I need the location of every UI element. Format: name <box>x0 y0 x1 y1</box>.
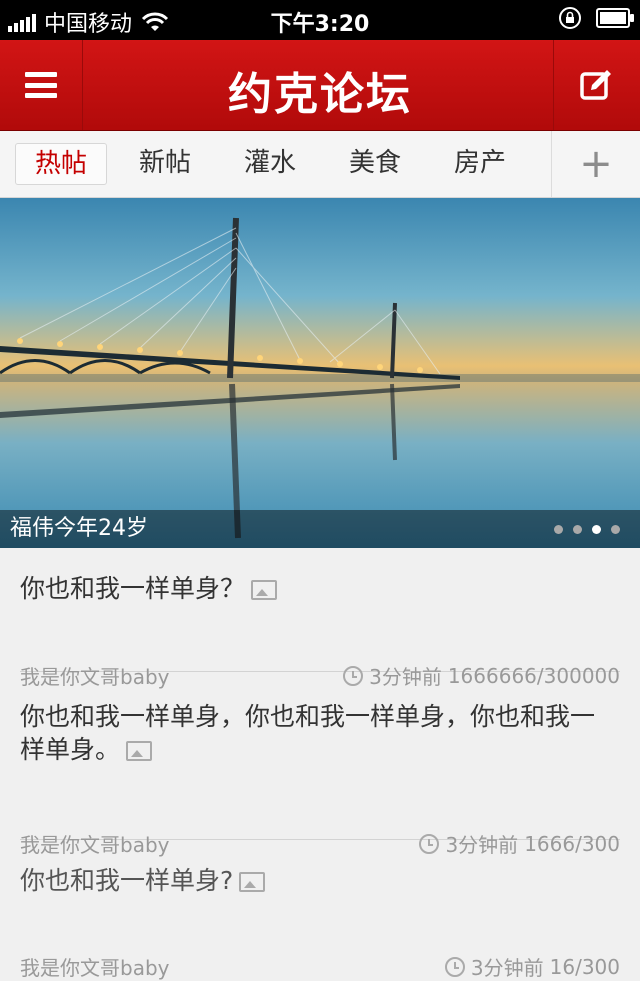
pager-dot[interactable] <box>554 525 563 534</box>
post-title-row: 你也和我一样单身? <box>20 840 620 897</box>
post-item[interactable]: 你也和我一样单身? 我是你文哥baby 3分钟前 16/300 <box>20 840 620 980</box>
tab-food[interactable]: 美食 <box>330 143 420 183</box>
post-title: 你也和我一样单身? <box>20 866 234 895</box>
category-tabs: 热帖 新帖 灌水 美食 房产 + <box>0 131 640 198</box>
image-icon <box>239 872 266 892</box>
post-title: 你也和我一样单身，你也和我一样单身，你也和我一样单身。 <box>20 702 596 764</box>
app-title: 约克论坛 <box>228 69 412 120</box>
post-title-row: 你也和我一样单身，你也和我一样单身，你也和我一样单身。 <box>20 672 620 766</box>
compose-button[interactable] <box>553 40 640 130</box>
pager-dot[interactable] <box>573 525 582 534</box>
banner-image <box>0 217 640 539</box>
banner-caption: 福伟今年24岁 <box>0 510 640 548</box>
tab-new[interactable]: 新帖 <box>120 143 210 183</box>
rotation-lock-icon <box>559 7 581 29</box>
tab-hot[interactable]: 热帖 <box>15 143 107 185</box>
pager-dot-active[interactable] <box>592 525 601 534</box>
battery-icon <box>596 8 634 28</box>
post-list: 你也和我一样单身？ 我是你文哥baby 3分钟前 1666666/300000 … <box>0 548 640 980</box>
status-time: 下午3:20 <box>270 12 370 37</box>
banner-pager[interactable] <box>554 525 620 534</box>
image-icon <box>251 580 278 600</box>
post-item[interactable]: 你也和我一样单身？ 我是你文哥baby 3分钟前 1666666/300000 <box>20 548 620 689</box>
edit-icon <box>580 70 611 100</box>
status-right-icons <box>558 6 634 30</box>
post-title: 你也和我一样单身？ <box>20 574 246 603</box>
tab-chat[interactable]: 灌水 <box>225 143 315 183</box>
post-stats: 16/300 <box>549 954 620 979</box>
add-tab-button[interactable]: + <box>551 131 640 197</box>
app-header: 约克论坛 <box>0 40 640 131</box>
tab-realestate[interactable]: 房产 <box>435 143 525 183</box>
post-info: 3分钟前 16/300 <box>444 952 620 981</box>
image-icon <box>126 741 153 761</box>
post-title-row: 你也和我一样单身？ <box>20 548 620 605</box>
status-bar: 中国移动 下午3:20 <box>0 0 640 40</box>
post-author: 我是你文哥baby <box>20 956 170 980</box>
pager-dot[interactable] <box>611 525 620 534</box>
banner[interactable]: 福伟今年24岁 <box>0 198 640 548</box>
post-time: 3分钟前 <box>470 956 544 980</box>
post-item[interactable]: 你也和我一样单身，你也和我一样单身，你也和我一样单身。 我是你文哥baby 3分… <box>20 672 620 857</box>
